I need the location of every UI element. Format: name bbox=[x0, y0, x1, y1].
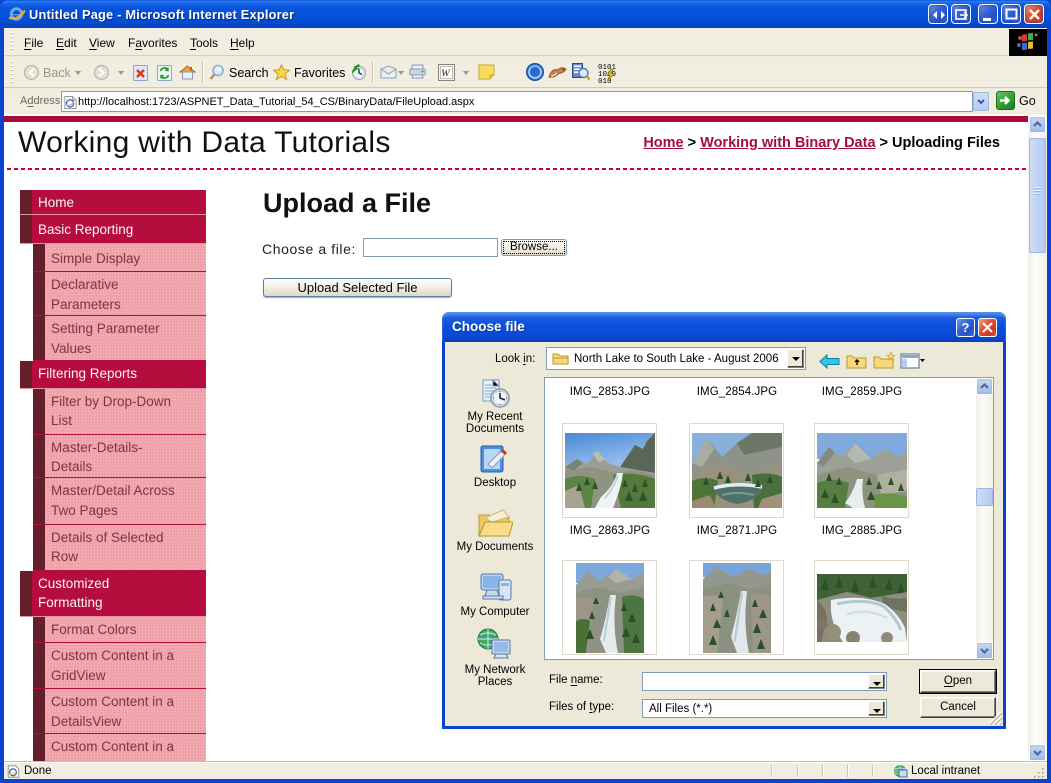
svg-text:W: W bbox=[441, 69, 451, 80]
